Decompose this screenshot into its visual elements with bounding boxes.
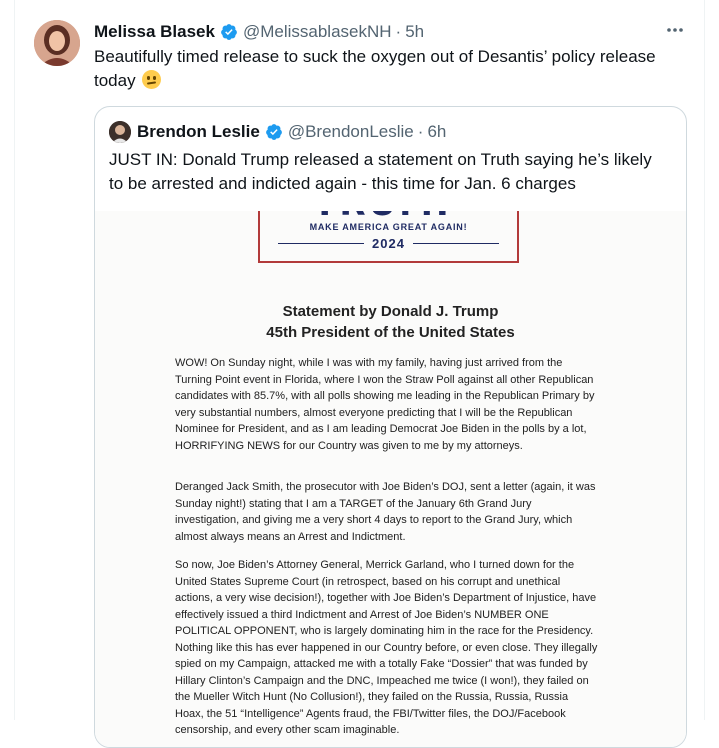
tweet[interactable]: Melissa Blasek @MelissablasekNH · 5h Bea… <box>0 0 719 748</box>
statement-paragraph-1: WOW! On Sunday night, while I was with m… <box>175 357 595 452</box>
quoted-tweet[interactable]: Brendon Leslie @BrendonLeslie · 6h JUST … <box>94 106 687 748</box>
statement-paragraph-3: So now, Joe Biden’s Attorney General, Me… <box>175 559 598 736</box>
timestamp[interactable]: 5h <box>405 22 424 42</box>
dot-separator: · <box>395 22 402 41</box>
statement-title-line1: Statement by Donald J. Trump <box>282 303 499 320</box>
verified-badge-icon <box>265 123 283 141</box>
author-name[interactable]: Melissa Blasek <box>94 22 215 42</box>
avatar[interactable] <box>34 20 80 66</box>
author-handle[interactable]: @MelissablasekNH <box>243 22 392 42</box>
tweet-text: Beautifully timed release to suck the ox… <box>94 45 674 93</box>
worried-face-emoji <box>142 70 162 89</box>
quoted-timestamp: 6h <box>427 122 447 141</box>
tweet-header: Melissa Blasek @MelissablasekNH · 5h <box>94 22 424 42</box>
quoted-tweet-header: Brendon Leslie @BrendonLeslie · 6h <box>109 121 446 143</box>
quoted-author-name: Brendon Leslie <box>137 122 260 141</box>
timeline-border-right <box>704 0 705 720</box>
statement-title: Statement by Donald J. Trump 45th Presid… <box>95 301 686 343</box>
tweet-text-content: Beautifully timed release to suck the ox… <box>94 47 656 90</box>
logo-slogan: MAKE AMERICA GREAT AGAIN! <box>309 222 468 232</box>
statement-image[interactable]: TRUMP MAKE AMERICA GREAT AGAIN! 2024 Sta… <box>95 211 686 747</box>
timeline-border-left <box>14 0 15 720</box>
verified-badge-icon <box>220 23 238 41</box>
quoted-tweet-text: JUST IN: Donald Trump released a stateme… <box>109 150 652 193</box>
quoted-avatar <box>109 121 131 143</box>
quoted-author-handle: @BrendonLeslie <box>287 122 414 141</box>
statement-title-line2: 45th President of the United States <box>266 324 515 341</box>
logo-year: 2024 <box>372 236 405 251</box>
logo-year-row: 2024 <box>278 236 500 251</box>
campaign-logo: TRUMP MAKE AMERICA GREAT AGAIN! 2024 <box>258 211 519 263</box>
statement-paragraph-2: Deranged Jack Smith, the prosecutor with… <box>175 481 596 543</box>
dot-separator: · <box>417 122 424 141</box>
more-horizontal-icon[interactable] <box>665 20 685 40</box>
